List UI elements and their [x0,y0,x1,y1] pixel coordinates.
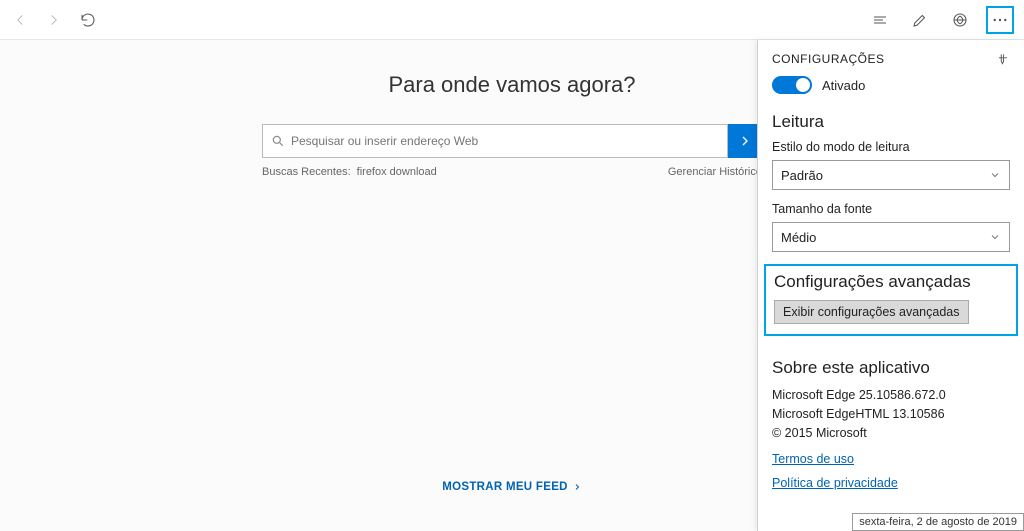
share-button[interactable] [946,6,974,34]
recent-label: Buscas Recentes: [262,166,351,178]
search-box[interactable] [262,124,728,158]
font-size-value: Médio [781,230,816,245]
lines-icon [871,11,889,29]
pin-icon [996,52,1010,66]
toggle-row: Ativado [772,76,1010,94]
toggle-label: Ativado [822,78,865,93]
hero-prompt: Para onde vamos agora? [388,72,635,98]
font-size-label: Tamanho da fonte [772,202,1010,216]
chevron-down-icon [989,169,1001,181]
about-line-3: © 2015 Microsoft [772,424,1010,443]
panel-body: Ativado Leitura Estilo do modo de leitur… [758,76,1024,504]
browser-toolbar [0,0,1024,40]
arrow-right-icon [737,133,753,149]
more-button[interactable] [986,6,1014,34]
pen-icon [911,11,929,29]
show-feed-link[interactable]: MOSTRAR MEU FEED [442,481,582,493]
back-button[interactable] [6,6,34,34]
history-link[interactable]: Gerenciar Histórico [668,166,762,178]
reading-style-value: Padrão [781,168,823,183]
about-line-2: Microsoft EdgeHTML 13.10586 [772,405,1010,424]
more-icon [991,11,1009,29]
chevron-right-icon [572,482,582,492]
reading-style-label: Estilo do modo de leitura [772,140,1010,154]
panel-title: CONFIGURAÇÕES [772,52,885,66]
font-size-select[interactable]: Médio [772,222,1010,252]
advanced-button[interactable]: Exibir configurações avançadas [774,300,969,324]
recent-item[interactable]: firefox download [357,166,437,178]
feed-link-label: MOSTRAR MEU FEED [442,481,568,493]
advanced-box: Configurações avançadas Exibir configura… [764,264,1018,336]
enabled-toggle[interactable] [772,76,812,94]
reading-heading: Leitura [772,112,1010,132]
search-wrap [262,124,762,158]
arrow-right-icon [45,11,63,29]
about-heading: Sobre este aplicativo [772,358,1010,378]
nav-right [866,6,1018,34]
pin-button[interactable] [996,52,1010,66]
forward-button[interactable] [40,6,68,34]
search-icon [271,134,285,148]
arrow-left-icon [11,11,29,29]
share-icon [951,11,969,29]
reading-style-select[interactable]: Padrão [772,160,1010,190]
privacy-link[interactable]: Política de privacidade [772,476,898,490]
about-line-1: Microsoft Edge 25.10586.672.0 [772,386,1010,405]
refresh-icon [79,11,97,29]
terms-link[interactable]: Termos de uso [772,452,854,466]
search-input[interactable] [291,134,719,148]
about-section: Sobre este aplicativo Microsoft Edge 25.… [772,358,1010,490]
recent-row: Buscas Recentes: firefox download Gerenc… [262,166,762,178]
nav-left [6,6,102,34]
refresh-button[interactable] [74,6,102,34]
webnote-button[interactable] [906,6,934,34]
advanced-heading: Configurações avançadas [774,272,1008,292]
settings-panel: CONFIGURAÇÕES Ativado Leitura Estilo do … [757,40,1024,531]
panel-header: CONFIGURAÇÕES [758,40,1024,76]
hub-button[interactable] [866,6,894,34]
date-tooltip: sexta-feira, 2 de agosto de 2019 [852,513,1024,531]
chevron-down-icon [989,231,1001,243]
